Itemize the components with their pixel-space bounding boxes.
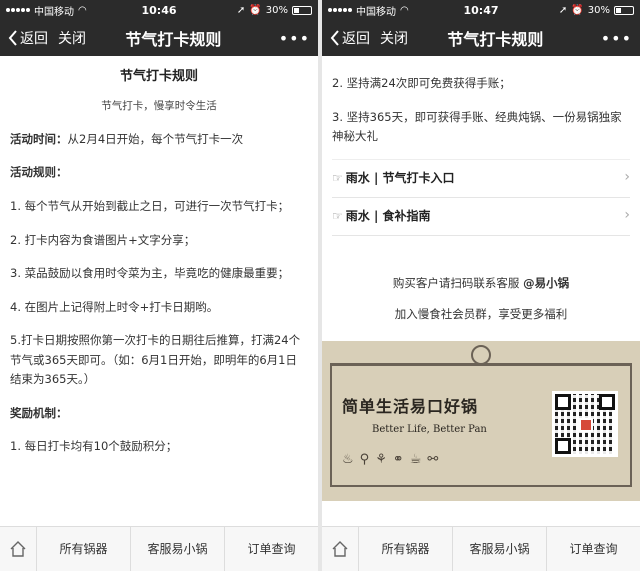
spoon-icon: ⚲	[359, 451, 370, 467]
qr-code[interactable]	[552, 390, 618, 457]
pot-icon: ♨	[342, 451, 354, 467]
menu-order-query[interactable]: 订单查询	[546, 526, 640, 571]
battery-icon	[292, 5, 312, 15]
rule-item: 2. 打卡内容为食谱图片+文字分享；	[10, 232, 196, 247]
chevron-left-icon	[330, 30, 339, 46]
kitchen-icons: ♨ ⚲ ⚘ ⚭ ☕ ⚯	[342, 449, 438, 471]
activity-time: 活动时间：从2月4日开始，每个节气打卡一次	[10, 130, 308, 150]
alarm-icon: ⏰	[571, 4, 584, 16]
rule-item: 1. 每个节气从开始到截止之日，可进行一次节气打卡；	[10, 199, 290, 214]
status-time: 10:46	[141, 3, 177, 17]
contact-text: 购买客户请扫码联系客服 @易小锅	[332, 274, 630, 294]
carrier-label: 中国移动	[34, 6, 74, 18]
more-button[interactable]: •••	[601, 29, 632, 48]
location-icon: ➚	[236, 4, 246, 16]
activity-time-label: 活动时间：	[10, 131, 68, 146]
home-icon	[332, 541, 348, 557]
chevron-right-icon: ›	[624, 169, 630, 186]
rule-item: 5.打卡日期按照你第一次打卡的日期往后推算，打满24个节气或365天即可。（如：…	[10, 333, 301, 387]
link-label: 雨水 | 食补指南	[345, 208, 431, 223]
contact-name[interactable]: @易小锅	[523, 276, 569, 290]
page-title: 节气打卡规则	[125, 30, 222, 49]
pointing-hand-icon: ☞	[332, 170, 343, 185]
rule-item: 4. 在图片上记得附上时令+打卡日期哟。	[10, 299, 219, 314]
battery-label: 30%	[265, 4, 288, 16]
home-button[interactable]	[0, 540, 36, 558]
join-text: 加入慢食社会员群，享受更多福利	[394, 307, 568, 322]
kettle-icon: ☕	[409, 451, 422, 467]
alarm-icon: ⏰	[249, 4, 262, 16]
signal-icon	[6, 8, 30, 12]
menu-all-pots[interactable]: 所有锅器	[36, 526, 130, 571]
chevron-right-icon: ›	[624, 207, 630, 224]
reward-item: 2. 坚持满24次即可免费获得手账；	[332, 76, 511, 90]
screenshot-composite: 中国移动 ◠ 10:46 ➚ ⏰ 30% 返回 关闭 节气打卡规则 ••• 节气…	[0, 0, 640, 571]
back-button[interactable]: 返回	[330, 28, 370, 48]
banner-slogan: Better Life, Better Pan	[372, 423, 487, 435]
bottom-menu: 所有锅器 客服易小锅 订单查询	[322, 526, 640, 571]
rules-heading: 活动规则：	[10, 165, 68, 180]
link-label: 雨水 | 节气打卡入口	[345, 170, 455, 185]
back-label: 返回	[342, 31, 370, 47]
rule-item: 3. 菜品鼓励以食用时令菜为主，毕竟吃的健康最重要；	[10, 266, 290, 281]
signal-icon	[328, 8, 352, 12]
close-button[interactable]: 关闭	[58, 28, 86, 48]
article-content: 2. 坚持满24次即可免费获得手账； 3. 坚持365天，即可获得手账、经典炖锅…	[322, 56, 640, 526]
phone-left: 中国移动 ◠ 10:46 ➚ ⏰ 30% 返回 关闭 节气打卡规则 ••• 节气…	[0, 0, 318, 571]
brand-logo-icon	[471, 344, 491, 365]
menu-customer-service[interactable]: 客服易小锅	[452, 526, 546, 571]
battery-label: 30%	[587, 4, 610, 16]
menu-order-query[interactable]: 订单查询	[224, 526, 318, 571]
article-content: 节气打卡规则 节气打卡，慢享时令生活 活动时间：从2月4日开始，每个节气打卡一次…	[0, 56, 318, 526]
wifi-icon: ◠	[400, 4, 409, 16]
nav-bar: 返回 关闭 节气打卡规则 •••	[322, 20, 640, 56]
ladle-icon: ⚯	[427, 451, 439, 467]
status-bar: 中国移动 ◠ 10:47 ➚ ⏰ 30%	[322, 0, 640, 20]
close-button[interactable]: 关闭	[380, 28, 408, 48]
location-icon: ➚	[558, 4, 568, 16]
reward-heading: 奖励机制：	[10, 405, 68, 420]
reward-item: 1. 每日打卡均有10个鼓励积分；	[10, 439, 178, 454]
contact-prefix: 购买客户请扫码联系客服	[392, 275, 524, 290]
qr-logo-icon	[579, 417, 593, 432]
chevron-left-icon	[8, 30, 17, 46]
promo-banner: 简单生活易口好锅 Better Life, Better Pan ♨ ⚲ ⚘ ⚭…	[322, 340, 640, 501]
carrier-label: 中国移动	[356, 6, 396, 18]
status-time: 10:47	[463, 3, 499, 17]
home-button[interactable]	[322, 540, 358, 558]
bottom-menu: 所有锅器 客服易小锅 订单查询	[0, 526, 318, 571]
back-label: 返回	[20, 31, 48, 47]
page-title: 节气打卡规则	[447, 30, 544, 49]
nav-bar: 返回 关闭 节气打卡规则 •••	[0, 20, 318, 56]
link-rain-checkin[interactable]: ☞ 雨水 | 节气打卡入口 ›	[332, 160, 630, 198]
link-rain-guide[interactable]: ☞ 雨水 | 食补指南 ›	[332, 198, 630, 236]
status-bar: 中国移动 ◠ 10:46 ➚ ⏰ 30%	[0, 0, 318, 20]
pan-icon: ⚭	[392, 451, 404, 467]
more-button[interactable]: •••	[279, 29, 310, 48]
whisk-icon: ⚘	[375, 451, 387, 467]
back-button[interactable]: 返回	[8, 28, 48, 48]
home-icon	[10, 541, 26, 557]
banner-title: 简单生活易口好锅	[342, 396, 479, 416]
wifi-icon: ◠	[78, 4, 87, 16]
menu-customer-service[interactable]: 客服易小锅	[130, 526, 224, 571]
article-title: 节气打卡规则	[119, 69, 198, 84]
menu-all-pots[interactable]: 所有锅器	[358, 526, 452, 571]
phone-right: 中国移动 ◠ 10:47 ➚ ⏰ 30% 返回 关闭 节气打卡规则 ••• 2.…	[322, 0, 640, 571]
reward-item: 3. 坚持365天，即可获得手账、经典炖锅、一份易锅独家神秘大礼	[332, 109, 622, 144]
activity-time-text: 从2月4日开始，每个节气打卡一次	[67, 131, 244, 146]
pointing-hand-icon: ☞	[332, 208, 343, 223]
battery-icon	[614, 5, 634, 15]
article-subtitle: 节气打卡，慢享时令生活	[101, 100, 217, 113]
